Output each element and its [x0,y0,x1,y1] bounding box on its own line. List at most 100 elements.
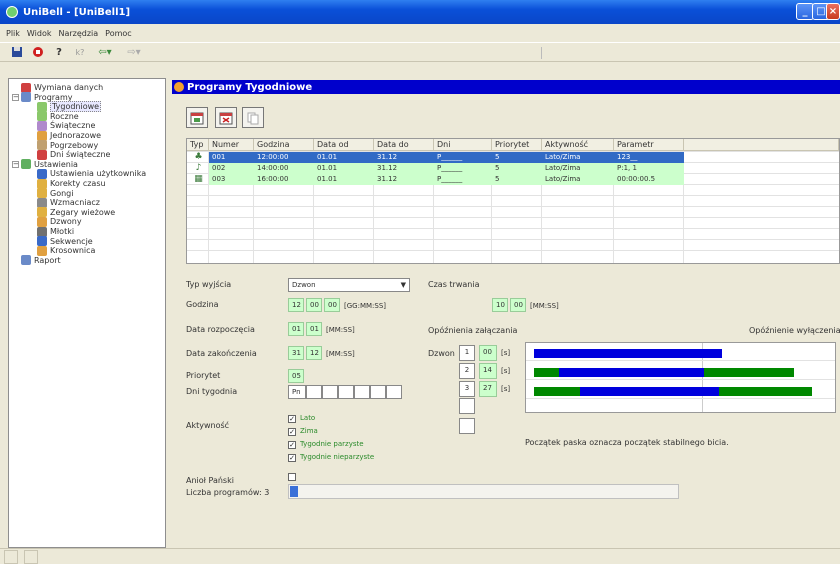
table-cell-aktywnosc[interactable]: Lato/Zima [542,152,614,163]
time-hours-field[interactable]: 12 [288,298,304,312]
settings-expander[interactable]: − [12,160,19,168]
timeline-fade-bar-2 [703,368,794,377]
column-header-5[interactable]: Dni [434,139,492,151]
table-cell-data_od[interactable]: 01.01 [314,163,374,174]
weekday-tue-field[interactable] [306,385,322,399]
table-cell-dni[interactable]: P______ [434,174,492,185]
output-type-label: Typ wyjścia [186,280,232,289]
menu-narzedzia[interactable]: Narzędzia [58,29,98,38]
time-unit: [GG:MM:SS] [344,302,386,310]
bell-slot-4[interactable] [459,398,475,414]
weekday-sat-field[interactable] [370,385,386,399]
table-cell-data_od[interactable]: 01.01 [314,174,374,185]
table-cell-dni[interactable]: P______ [434,163,492,174]
activity-checkbox-3[interactable]: ✓ [288,454,296,462]
timeline-row-line [526,360,835,361]
table-cell-numer[interactable]: 003 [209,174,254,185]
grid-row-line [187,217,839,218]
end-day-field[interactable]: 12 [306,346,322,360]
timeline-ramp-bar-2 [534,368,559,377]
table-cell-godzina[interactable]: 16:00:00 [254,174,314,185]
stop-icon[interactable] [31,46,45,59]
table-cell-dni[interactable]: P______ [434,152,492,163]
column-header-6[interactable]: Priorytet [492,139,542,151]
activity-checkbox-label: Zima [300,427,318,435]
back-arrow-icon[interactable]: ⇦▾ [94,46,116,59]
menu-pomoc[interactable]: Pomoc [105,29,132,38]
menu-plik[interactable]: Plik [6,29,20,38]
output-type-value: Dzwon [292,281,316,289]
on-delay-unit: [s] [501,349,511,357]
help-icon[interactable]: ? [52,46,66,59]
tree-item-18[interactable]: Raport [21,255,61,266]
angelus-checkbox[interactable] [288,473,296,481]
status-panel-1 [4,550,18,564]
column-header-2[interactable]: Godzina [254,139,314,151]
table-cell-priorytet[interactable]: 5 [492,174,542,185]
app-window: UniBell - [UniBell1] _ □ × Plik Widok Na… [0,0,840,564]
forward-arrow-icon[interactable]: ⇨▾ [123,46,145,59]
weekday-mon-field[interactable]: Pn [288,385,306,399]
table-cell-godzina[interactable]: 14:00:00 [254,163,314,174]
table-cell-parametr[interactable]: P:1, 1 [614,163,684,174]
start-month-field[interactable]: 01 [288,322,304,336]
table-cell-parametr[interactable]: 123__ [614,152,684,163]
close-button[interactable]: × [826,3,840,20]
weekday-wed-field[interactable] [322,385,338,399]
table-cell-priorytet[interactable]: 5 [492,152,542,163]
table-cell-priorytet[interactable]: 5 [492,163,542,174]
context-help-icon[interactable]: k? [73,46,87,59]
table-cell-aktywnosc[interactable]: Lato/Zima [542,174,614,185]
bell-label: Dzwon [428,349,455,358]
activity-checkbox-2[interactable]: ✓ [288,441,296,449]
table-cell-numer[interactable]: 002 [209,163,254,174]
activity-checkbox-1[interactable]: ✓ [288,428,296,436]
timeline-row-line [526,398,835,399]
column-header-0[interactable]: Typ [187,139,209,151]
programs-expander[interactable]: − [12,93,19,101]
on-delay-field-1[interactable]: 00 [479,345,497,361]
program-count-label: Liczba programów: 3 [186,488,270,497]
activity-checkbox-0[interactable]: ✓ [288,415,296,423]
table-cell-aktywnosc[interactable]: Lato/Zima [542,163,614,174]
duration-minutes-field[interactable]: 10 [492,298,508,312]
duration-unit: [MM:SS] [530,302,559,310]
title-bar: UniBell - [UniBell1] _ □ × [0,0,840,24]
time-minutes-field[interactable]: 00 [306,298,322,312]
duration-seconds-field[interactable]: 00 [510,298,526,312]
start-day-field[interactable]: 01 [306,322,322,336]
column-header-4[interactable]: Data do [374,139,434,151]
bell-slot-5[interactable] [459,418,475,434]
panel-header: Programy Tygodniowe [172,80,840,94]
weekday-fri-field[interactable] [354,385,370,399]
table-cell-data_do[interactable]: 31.12 [374,152,434,163]
duration-label: Czas trwania [428,280,480,289]
on-delay-field-3[interactable]: 27 [479,381,497,397]
column-header-1[interactable]: Numer [209,139,254,151]
copy-program-button[interactable] [242,107,264,128]
table-cell-data_do[interactable]: 31.12 [374,174,434,185]
grid-row-line [187,239,839,240]
menu-widok[interactable]: Widok [27,29,52,38]
delete-program-button[interactable] [215,107,237,128]
activity-checkbox-label: Tygodnie nieparzyste [300,453,375,461]
on-delay-field-2[interactable]: 14 [479,363,497,379]
column-header-3[interactable]: Data od [314,139,374,151]
weekday-thu-field[interactable] [338,385,354,399]
column-header-7[interactable]: Aktywność [542,139,614,151]
table-cell-data_od[interactable]: 01.01 [314,152,374,163]
table-cell-godzina[interactable]: 12:00:00 [254,152,314,163]
programs-table: Typ Numer Godzina Data od Data do Dni Prioryte… [186,138,840,264]
save-icon[interactable] [10,46,24,59]
priority-field[interactable]: 05 [288,369,304,383]
time-seconds-field[interactable]: 00 [324,298,340,312]
weekday-sun-field[interactable] [386,385,402,399]
add-program-button[interactable] [186,107,208,128]
status-bar [0,548,840,564]
column-header-8[interactable]: Parametr [614,139,684,151]
output-type-select[interactable]: Dzwon ▼ [288,278,410,292]
table-cell-data_do[interactable]: 31.12 [374,163,434,174]
end-month-field[interactable]: 31 [288,346,304,360]
table-cell-parametr[interactable]: 00:00:00.5 [614,174,684,185]
table-cell-numer[interactable]: 001 [209,152,254,163]
